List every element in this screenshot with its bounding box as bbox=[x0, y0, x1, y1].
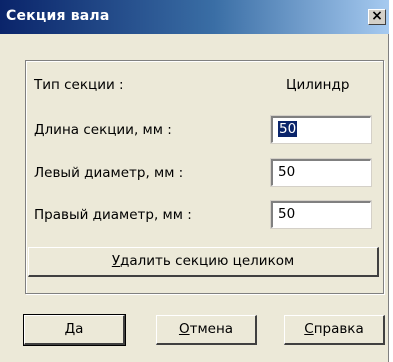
length-input-value: 50 bbox=[278, 121, 298, 137]
left-diameter-input[interactable]: 50 bbox=[270, 158, 372, 187]
ok-mnemonic: Д bbox=[64, 321, 76, 337]
right-diameter-label: Правый диаметр, мм : bbox=[34, 207, 192, 223]
help-label: правка bbox=[313, 321, 364, 337]
left-diameter-input-value: 50 bbox=[278, 164, 296, 180]
delete-section-button[interactable]: Удалить секцию целиком bbox=[28, 247, 379, 277]
shaft-section-dialog: Секция вала × Тип секции : Цилиндр Длина… bbox=[0, 0, 389, 362]
cancel-label: тмена bbox=[189, 321, 234, 337]
delete-section-label: далить секцию целиком bbox=[120, 253, 295, 269]
delete-section-mnemonic: У bbox=[111, 253, 121, 269]
right-diameter-input[interactable]: 50 bbox=[270, 200, 372, 229]
cancel-mnemonic: О bbox=[178, 321, 190, 337]
cancel-button[interactable]: Отмена bbox=[156, 315, 257, 345]
ok-label: а bbox=[75, 321, 84, 337]
left-diameter-label: Левый диаметр, мм : bbox=[34, 165, 184, 181]
length-label: Длина секции, мм : bbox=[34, 122, 172, 138]
title-bar[interactable]: Секция вала × bbox=[0, 0, 389, 34]
length-input[interactable]: 50 bbox=[270, 115, 372, 144]
right-diameter-input-value: 50 bbox=[278, 206, 296, 222]
window-title: Секция вала bbox=[6, 8, 110, 24]
ok-button[interactable]: Да bbox=[23, 314, 126, 346]
help-mnemonic: С bbox=[304, 321, 314, 337]
close-icon: × bbox=[371, 8, 383, 24]
section-type-value: Цилиндр bbox=[286, 77, 350, 93]
section-type-label: Тип секции : bbox=[34, 77, 124, 93]
help-button[interactable]: Справка bbox=[284, 315, 385, 345]
close-button[interactable]: × bbox=[368, 9, 386, 25]
